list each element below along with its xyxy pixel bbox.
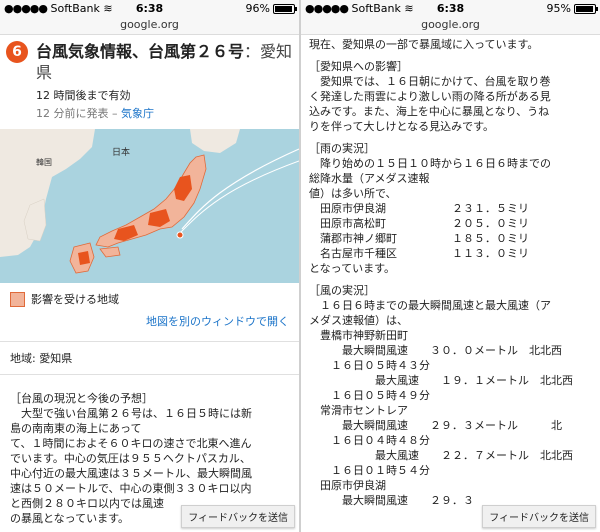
status-bar: ●●●●● SoftBank ≋ 6:38 96% — [0, 0, 299, 17]
text-line: 現在、愛知県の一部で暴風域に入っています。 — [309, 38, 539, 51]
page-content: 6 台風気象情報、台風第２６号：愛知県 12 時間後まで有効 12 分前に発表 … — [0, 35, 299, 532]
text-line: 最大風速 １９．１メートル 北北西 — [309, 374, 573, 387]
label-japan: 日本 — [112, 146, 130, 158]
battery-icon — [273, 3, 297, 14]
text-line: ［台風の現況と今後の予想］ — [10, 392, 153, 405]
typhoon-position — [176, 231, 184, 239]
legend-label: 影響を受ける地域 — [31, 293, 119, 306]
page-title: 台風気象情報、台風第２６号：愛知県 — [36, 42, 293, 82]
text-line: 最大風速 ２２．７メートル 北北西 — [309, 449, 573, 462]
map-graphic: 日本 韓国 — [0, 129, 299, 274]
text-line — [309, 52, 592, 59]
alert-title: 台風気象情報、台風第２６号 — [36, 42, 245, 61]
legend-swatch — [10, 291, 25, 307]
text-line: 中心付近の最大風速は３５メートル、最大瞬間風 — [10, 467, 252, 480]
text-line: く発達した雨雲により激しい雨の降る所がある見 — [309, 90, 551, 103]
address-bar[interactable]: google.org — [0, 17, 299, 35]
battery-percent: 96% — [245, 2, 270, 15]
open-map-link[interactable]: 地図を別のウィンドウで開く — [0, 307, 299, 329]
text-line: メダス速報値）は、 — [309, 314, 408, 327]
address-bar[interactable]: google.org — [301, 17, 600, 35]
honshu-shape — [95, 154, 207, 248]
left-screen: ●●●●● SoftBank ≋ 6:38 96% google.org 6 台… — [0, 0, 299, 532]
text-line: ［雨の実況］ — [309, 142, 375, 155]
issued-time: 12 分前に発表 – — [36, 107, 121, 120]
text-line: 田原市伊良湖 — [309, 479, 386, 492]
text-line — [309, 134, 592, 141]
text-line — [309, 276, 592, 283]
text-line: 島の南南東の海上にあって — [10, 422, 142, 435]
text-line: て、１時間におよそ６０キロの速さで北東へ進ん — [10, 437, 252, 450]
alert-header: 6 台風気象情報、台風第２６号：愛知県 — [0, 35, 299, 83]
mainland-shape — [0, 129, 95, 257]
text-line: 速は５０メートルで、中心の東側３３０キロ以内 — [10, 482, 252, 495]
text-line: となっています。 — [309, 262, 396, 275]
text-line: １６日０５時４９分 — [309, 389, 430, 402]
page-content: 現在、愛知県の一部で暴風域に入っています。 ［愛知県への影響］ 愛知県では、１６日… — [301, 35, 600, 532]
text-line: ［愛知県への影響］ — [309, 60, 408, 73]
valid-period: 12 時間後まで有効 — [36, 89, 131, 102]
kyushu-affected — [78, 251, 90, 265]
battery-fill — [275, 5, 293, 12]
text-line: １６日０１時５４分 — [309, 464, 430, 477]
text-line: 値）は多い所で、 — [309, 187, 397, 200]
text-line: 名古屋市千種区 １１３．０ミリ — [309, 247, 529, 260]
text-line: １６日０５時４３分 — [309, 359, 430, 372]
feedback-button[interactable]: フィードバックを送信 — [482, 505, 596, 528]
typhoon-map[interactable]: 日本 韓国 — [0, 129, 299, 283]
text-line: １６日０４時４８分 — [309, 434, 430, 447]
text-line: 込みです。また、海上を中心に暴風となり、うね — [309, 105, 550, 118]
forecast-text-continued: 現在、愛知県の一部で暴風域に入っています。 ［愛知県への影響］ 愛知県では、１６日… — [301, 35, 600, 508]
label-korea: 韓国 — [36, 157, 52, 167]
text-line: 総降水量（アメダス速報 — [309, 172, 430, 185]
text-line: でいます。中心の気圧は９５５ヘクトパスカル、 — [10, 452, 251, 465]
right-screen: ●●●●● SoftBank ≋ 6:38 95% google.org 現在、… — [301, 0, 600, 532]
text-line: 最大瞬間風速 ３０．０メートル 北北西 — [309, 344, 562, 357]
region-label: 地域: 愛知県 — [10, 352, 73, 365]
typhoon-icon: 6 — [6, 41, 28, 63]
forecast-text: ［台風の現況と今後の予想］ 大型で強い台風第２６号は、１６日５時には新 島の南南… — [0, 375, 299, 526]
battery-icon — [574, 3, 598, 14]
text-line: 田原市伊良湖 ２３１．５ミリ — [309, 202, 529, 215]
map-legend: 影響を受ける地域 — [0, 283, 299, 307]
shikoku-shape — [99, 246, 121, 258]
text-line: 蒲郡市神ノ郷町 １８５．０ミリ — [309, 232, 529, 245]
hokkaido-shape — [190, 129, 240, 153]
text-line: 常滑市セントレア — [309, 404, 408, 417]
battery-percent: 95% — [546, 2, 571, 15]
text-line: りを伴って大しけとなる見込みです。 — [309, 120, 495, 133]
text-line: 大型で強い台風第２６号は、１６日５時には新 — [10, 407, 252, 420]
issued-info: 12 分前に発表 – 気象庁 — [36, 105, 299, 121]
feedback-button[interactable]: フィードバックを送信 — [181, 505, 295, 528]
issuer-link[interactable]: 気象庁 — [121, 107, 154, 120]
text-line: 愛知県では、１６日朝にかけて、台風を取り巻 — [309, 75, 551, 88]
battery-fill — [576, 5, 594, 12]
text-line: ［風の実況］ — [309, 284, 375, 297]
text-line: 降り始めの１５日１０時から１６日６時までの — [309, 157, 551, 170]
text-line: １６日６時までの最大瞬間風速と最大風速（ア — [309, 299, 551, 312]
text-line: 田原市高松町 ２０５．０ミリ — [309, 217, 529, 230]
text-line: 豊橋市神野新田町 — [309, 329, 408, 342]
status-bar: ●●●●● SoftBank ≋ 6:38 95% — [301, 0, 600, 17]
text-line: 最大瞬間風速 ２９．３メートル 北 — [309, 419, 562, 432]
